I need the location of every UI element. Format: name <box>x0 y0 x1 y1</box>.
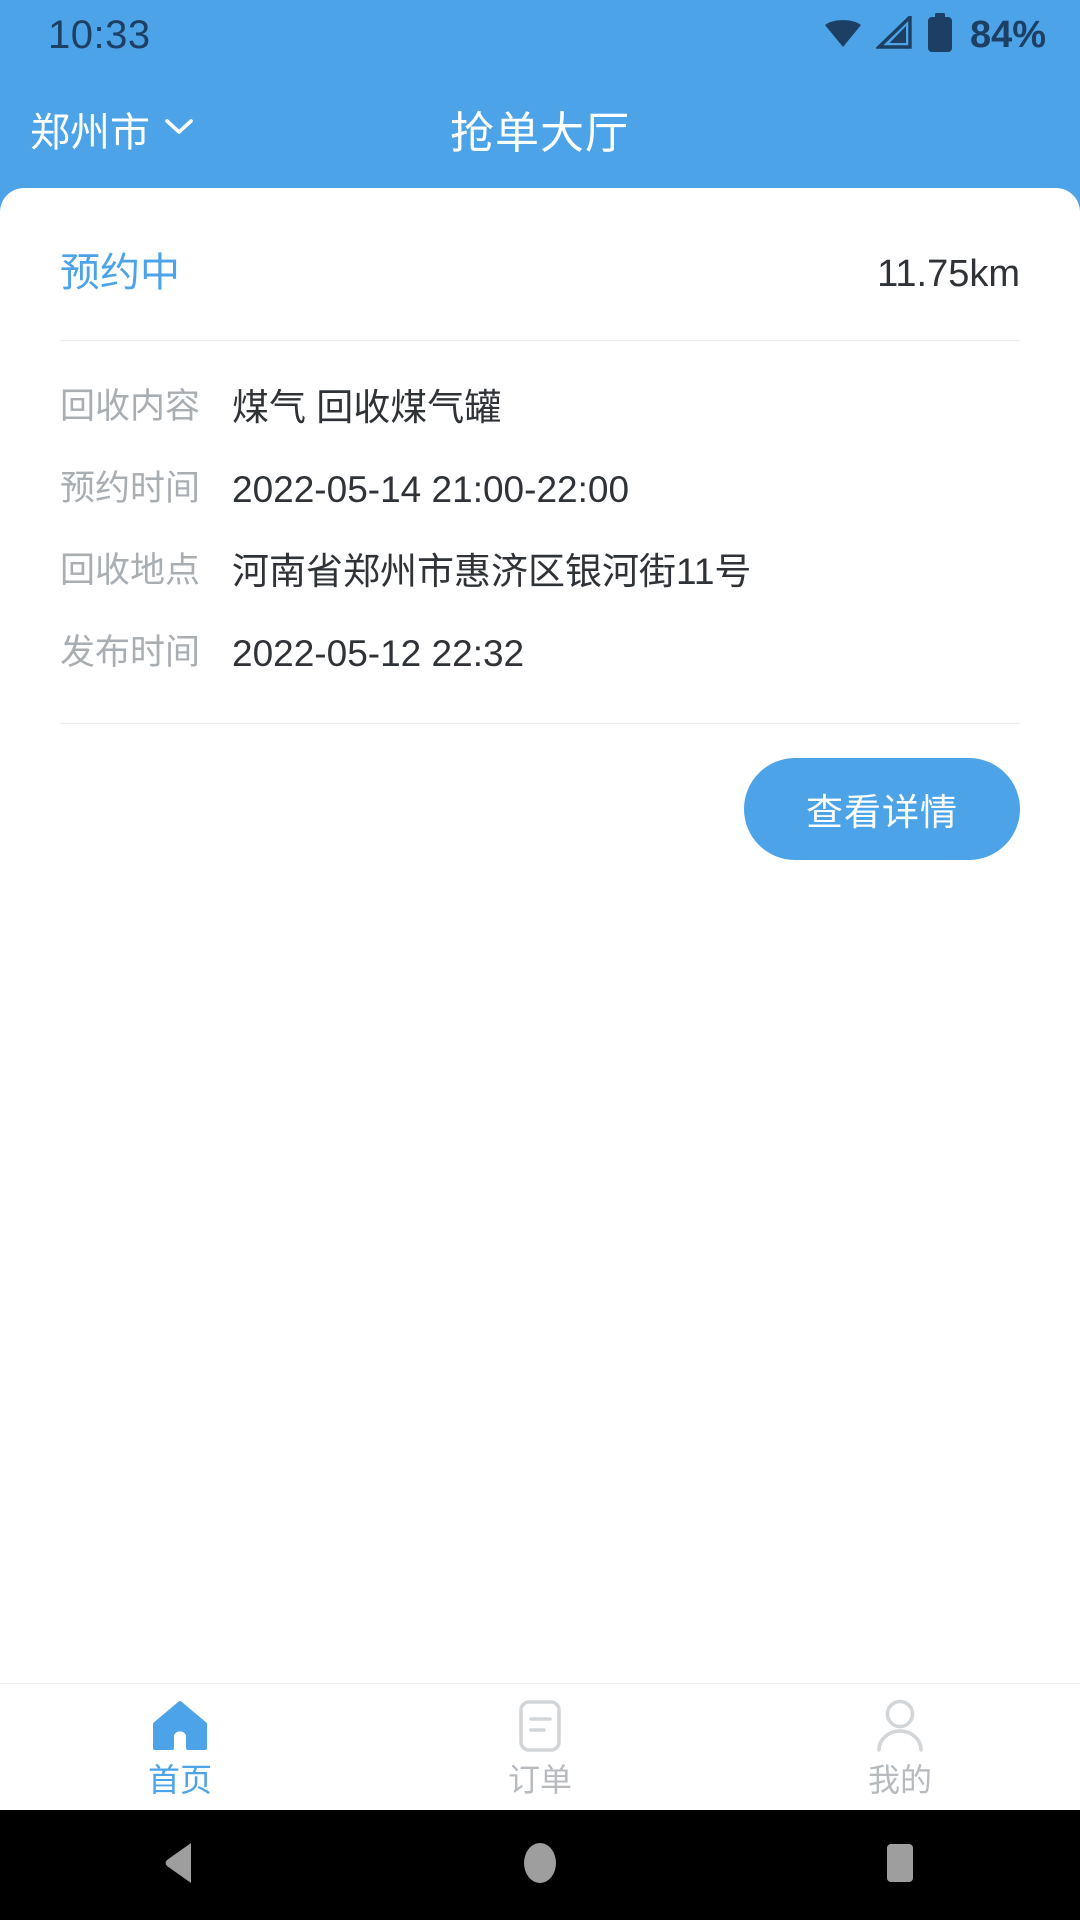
detail-value-recycle-content: 煤气 回收煤气罐 <box>232 387 502 428</box>
content-area: 预约中 11.75km 回收内容 煤气 回收煤气罐 预约时间 2022-05-1… <box>0 188 1080 1683</box>
status-bar: 10:33 84% <box>0 0 1080 70</box>
home-icon <box>152 1698 208 1754</box>
order-distance: 11.75km <box>877 253 1020 295</box>
app-header: 郑州市 抢单大厅 <box>0 70 1080 188</box>
triangle-back-icon <box>157 1839 203 1892</box>
table-row: 预约时间 2022-05-14 21:00-22:00 <box>60 449 1020 531</box>
detail-value-appointment-time: 2022-05-14 21:00-22:00 <box>232 468 630 510</box>
phone-screen: 10:33 84% 郑州市 抢单大厅 预约中 11.75km 回收内容 煤气 回… <box>0 0 1080 1920</box>
android-recents-button[interactable] <box>720 1839 1080 1892</box>
tab-profile-label: 我的 <box>867 1762 932 1798</box>
table-row: 回收内容 煤气 回收煤气罐 <box>60 367 1020 449</box>
tab-profile[interactable]: 我的 <box>720 1684 1080 1810</box>
battery-percent-label: 84% <box>969 13 1046 56</box>
cellular-signal-icon <box>874 12 914 55</box>
wifi-icon <box>822 17 864 54</box>
order-detail-list: 回收内容 煤气 回收煤气罐 预约时间 2022-05-14 21:00-22:0… <box>60 341 1020 723</box>
tab-home[interactable]: 首页 <box>0 1684 360 1810</box>
tab-orders[interactable]: 订单 <box>360 1684 720 1810</box>
city-label: 郑州市 <box>30 111 150 155</box>
order-card[interactable]: 预约中 11.75km 回收内容 煤气 回收煤气罐 预约时间 2022-05-1… <box>0 188 1080 900</box>
bottom-tab-bar: 首页 订单 我的 <box>0 1683 1080 1810</box>
order-status-badge: 预约中 <box>60 251 180 295</box>
tab-orders-label: 订单 <box>507 1762 572 1798</box>
order-card-header: 预约中 11.75km <box>60 188 1020 340</box>
status-indicators: 84% <box>822 12 1046 58</box>
content-sheet: 预约中 11.75km 回收内容 煤气 回收煤气罐 预约时间 2022-05-1… <box>0 188 1080 1683</box>
tab-home-label: 首页 <box>147 1762 212 1798</box>
square-recents-icon <box>879 1839 921 1892</box>
detail-label-recycle-address: 回收地点 <box>60 550 201 590</box>
detail-label-recycle-content: 回收内容 <box>60 387 201 426</box>
android-navigation-bar <box>0 1810 1080 1920</box>
order-card-actions: 查看详情 <box>60 724 1020 900</box>
android-back-button[interactable] <box>0 1839 360 1892</box>
table-row: 回收地点 河南省郑州市惠济区银河街11号 <box>60 531 1020 613</box>
detail-label-publish-time: 发布时间 <box>60 632 201 672</box>
status-clock: 10:33 <box>48 12 151 57</box>
order-list-icon <box>518 1698 562 1754</box>
chevron-down-icon <box>164 117 194 142</box>
view-detail-button[interactable]: 查看详情 <box>744 757 1020 860</box>
table-row: 发布时间 2022-05-12 22:32 <box>60 613 1020 695</box>
detail-value-recycle-address: 河南省郑州市惠济区银河街11号 <box>232 550 752 592</box>
detail-value-publish-time: 2022-05-12 22:32 <box>232 632 525 674</box>
city-picker[interactable]: 郑州市 <box>30 100 194 158</box>
battery-icon <box>926 12 954 58</box>
person-icon <box>875 1698 925 1754</box>
detail-label-appointment-time: 预约时间 <box>60 468 201 508</box>
circle-home-icon <box>519 1839 561 1892</box>
android-home-button[interactable] <box>360 1839 720 1892</box>
